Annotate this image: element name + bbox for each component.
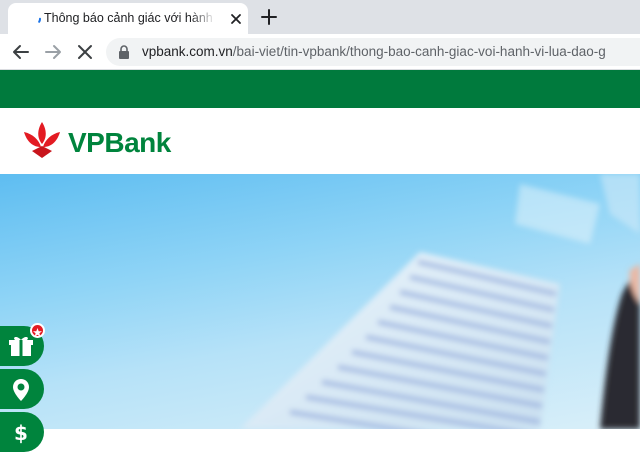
site-header: VPBank xyxy=(0,108,640,174)
url-path: /bai-viet/tin-vpbank/thong-bao-canh-giac… xyxy=(232,44,606,59)
tab-title: Thông báo cảnh giác với hành vi lừa đảo xyxy=(44,11,216,25)
notification-badge xyxy=(30,323,45,338)
gift-icon xyxy=(9,336,33,356)
currency-button[interactable]: $ xyxy=(0,412,44,452)
logo-text[interactable]: VPBank xyxy=(68,126,171,160)
browser-toolbar: vpbank.com.vn/bai-viet/tin-vpbank/thong-… xyxy=(0,34,640,70)
new-tab-icon[interactable] xyxy=(258,6,280,28)
address-bar[interactable]: vpbank.com.vn/bai-viet/tin-vpbank/thong-… xyxy=(106,38,640,66)
loading-spinner-icon xyxy=(29,13,41,25)
hero-building-image xyxy=(240,174,640,429)
vpbank-logo-icon[interactable] xyxy=(20,120,64,160)
browser-tab[interactable]: Thông báo cảnh giác với hành vi lừa đảo xyxy=(8,3,248,34)
url-domain: vpbank.com.vn xyxy=(142,44,233,59)
location-pin-icon xyxy=(13,379,29,401)
back-icon[interactable] xyxy=(10,41,32,63)
tab-strip: Thông báo cảnh giác với hành vi lừa đảo xyxy=(0,0,640,34)
location-button[interactable] xyxy=(0,369,44,409)
dollar-icon: $ xyxy=(14,421,28,445)
lock-icon[interactable] xyxy=(118,45,130,59)
forward-icon[interactable] xyxy=(42,41,64,63)
star-icon xyxy=(33,328,42,337)
svg-text:$: $ xyxy=(14,421,28,445)
url-text[interactable]: vpbank.com.vn/bai-viet/tin-vpbank/thong-… xyxy=(142,44,640,60)
stop-loading-icon[interactable] xyxy=(74,41,96,63)
hero-banner xyxy=(0,174,640,429)
top-green-bar xyxy=(0,70,640,108)
close-tab-icon[interactable] xyxy=(228,11,244,27)
